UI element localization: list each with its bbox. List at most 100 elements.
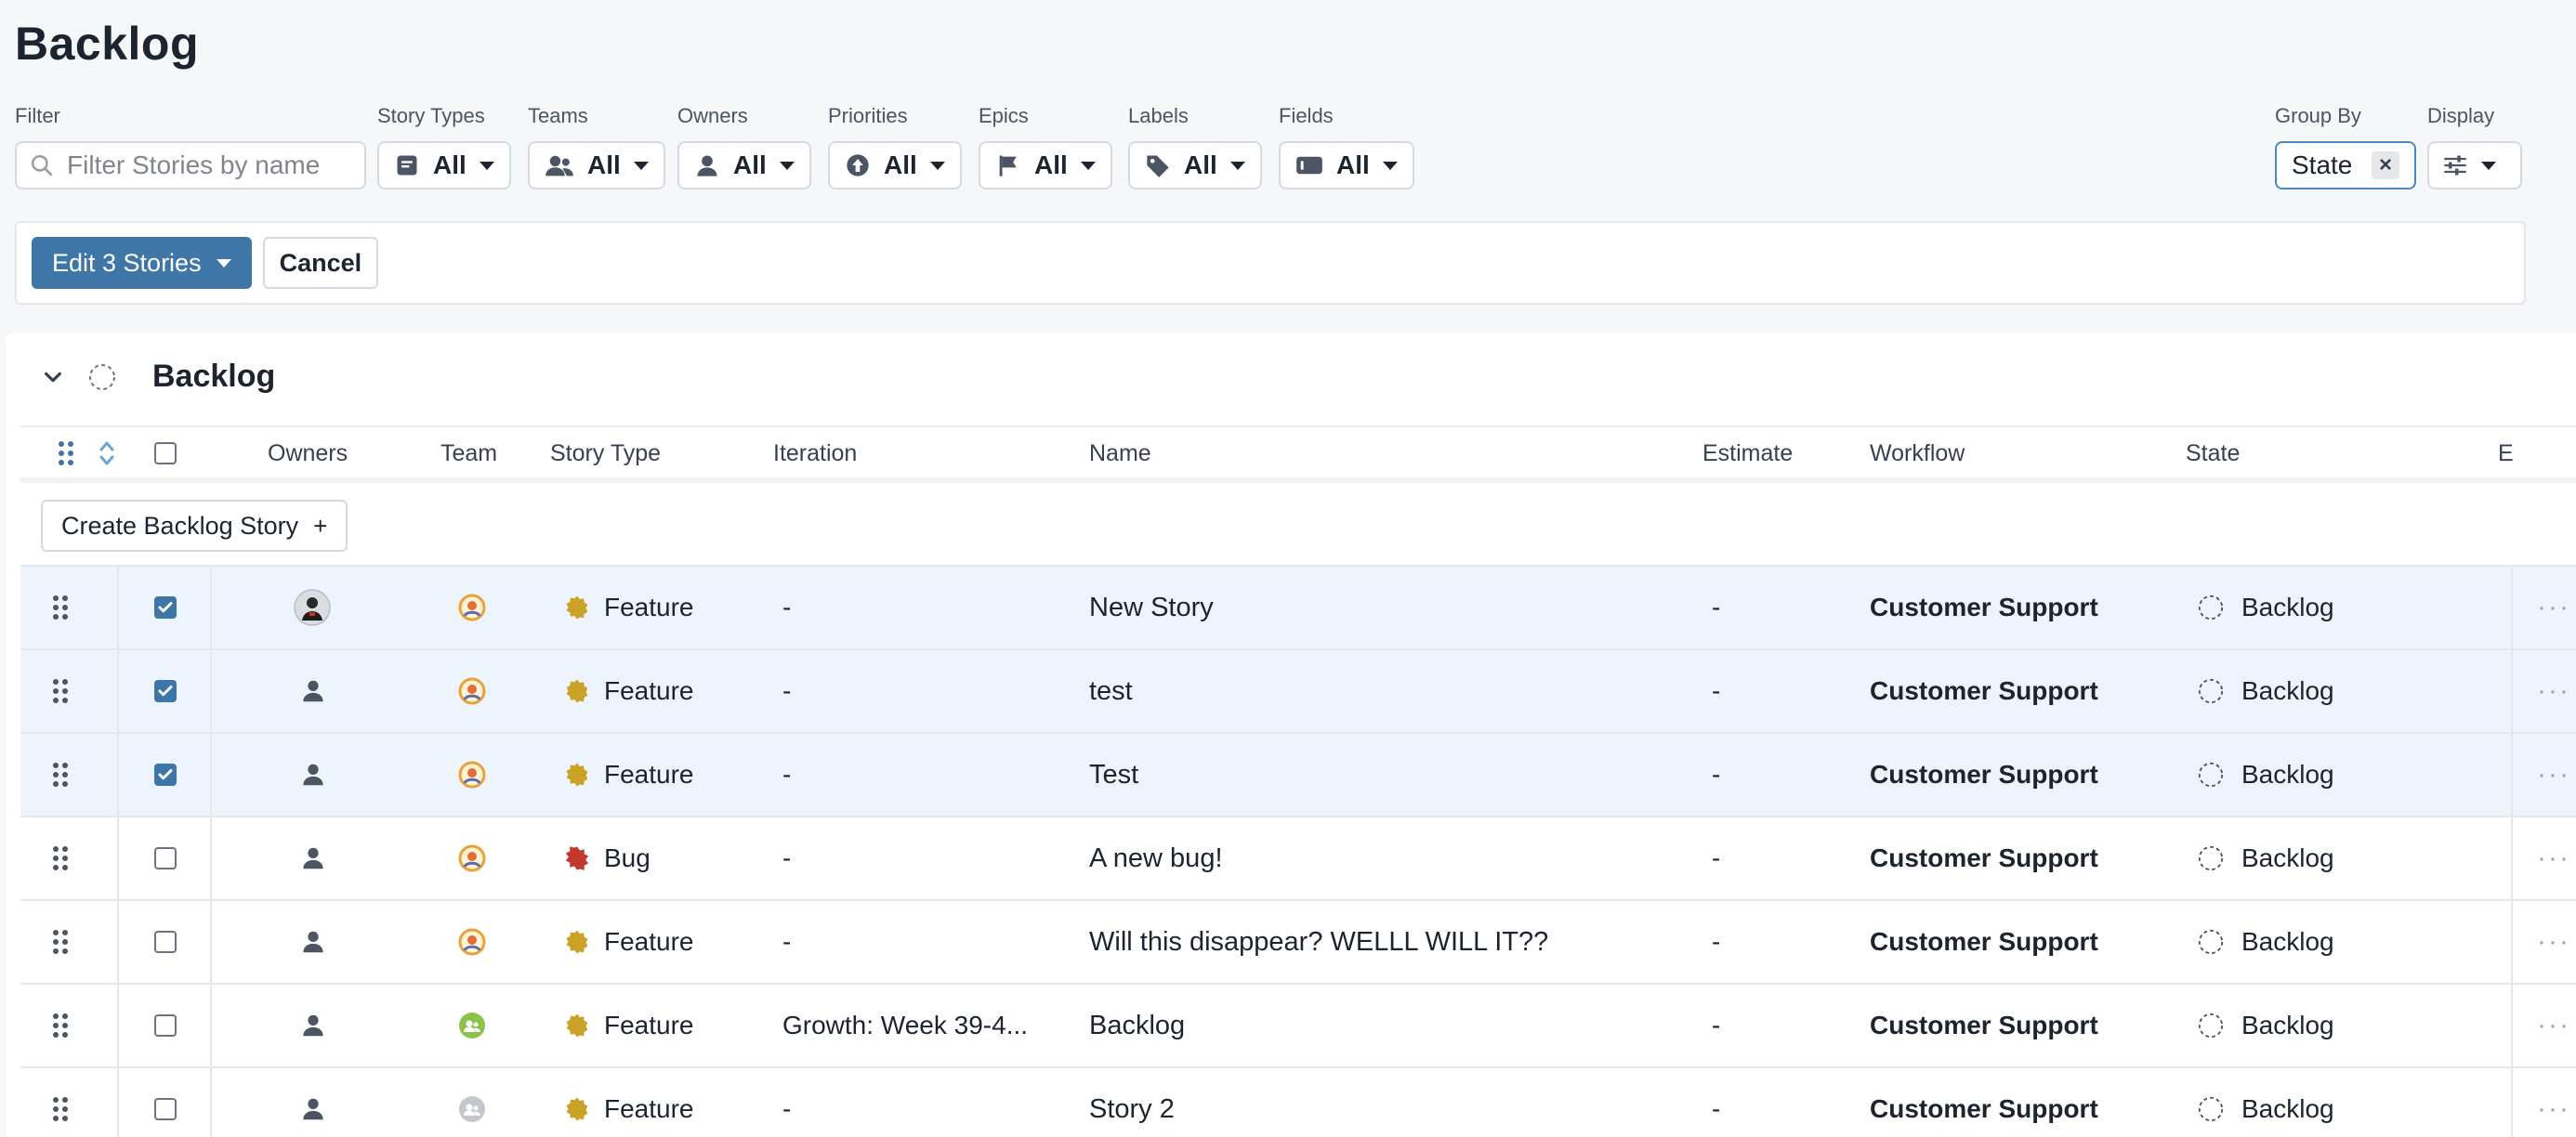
story-type-cell[interactable]: Feature (563, 985, 694, 1066)
owner-cell[interactable] (299, 817, 327, 899)
workflow-cell[interactable]: Customer Support (1870, 985, 2098, 1066)
drag-all-icon[interactable] (58, 427, 74, 479)
row-checkbox[interactable] (154, 596, 177, 619)
team-cell[interactable] (457, 901, 487, 983)
search-input[interactable] (67, 150, 346, 180)
story-name[interactable]: Test (1089, 734, 1138, 816)
drag-handle-icon[interactable] (52, 567, 69, 648)
owners-dropdown[interactable]: All (677, 141, 811, 190)
row-checkbox-cell[interactable] (154, 985, 177, 1066)
story-type-cell[interactable]: Feature (563, 901, 694, 983)
edit-stories-button[interactable]: Edit 3 Stories (32, 237, 252, 289)
story-name[interactable]: Will this disappear? WELLL WILL IT?? (1089, 901, 1548, 983)
story-name[interactable]: New Story (1089, 567, 1214, 648)
owner-cell[interactable] (299, 985, 327, 1066)
team-cell[interactable] (457, 734, 487, 816)
column-estimate[interactable]: Estimate (1702, 427, 1793, 479)
estimate-cell[interactable]: - (1712, 734, 1720, 816)
drag-handle-icon[interactable] (52, 817, 69, 899)
story-name[interactable]: test (1089, 650, 1133, 732)
chevron-down-icon[interactable] (43, 367, 63, 387)
more-actions-icon[interactable]: ··· (2537, 567, 2570, 648)
more-actions-icon[interactable]: ··· (2537, 817, 2570, 899)
story-name[interactable]: Backlog (1089, 985, 1185, 1066)
iteration-cell[interactable]: - (782, 567, 791, 648)
story-type-cell[interactable]: Bug (563, 817, 651, 899)
estimate-cell[interactable]: - (1712, 567, 1720, 648)
column-name[interactable]: Name (1089, 427, 1151, 479)
owner-cell[interactable] (299, 650, 327, 732)
clear-icon[interactable]: × (2372, 151, 2399, 179)
drag-handle-icon[interactable] (52, 1068, 69, 1137)
iteration-cell[interactable]: - (782, 901, 791, 983)
column-epic[interactable]: E (2498, 427, 2514, 479)
group-by-select[interactable]: State × (2275, 141, 2416, 190)
sort-icon[interactable] (99, 427, 115, 479)
row-checkbox-cell[interactable] (154, 567, 177, 648)
state-cell[interactable]: Backlog (2197, 734, 2334, 816)
column-story-type[interactable]: Story Type (550, 427, 661, 479)
story-name[interactable]: Story 2 (1089, 1068, 1175, 1137)
teams-dropdown[interactable]: All (528, 141, 665, 190)
team-cell[interactable] (457, 567, 487, 648)
drag-handle-icon[interactable] (52, 734, 69, 816)
table-row[interactable]: Feature - Will this disappear? WELLL WIL… (20, 901, 2576, 985)
create-backlog-story-button[interactable]: Create Backlog Story + (41, 500, 348, 552)
state-cell[interactable]: Backlog (2197, 817, 2334, 899)
story-type-cell[interactable]: Feature (563, 650, 694, 732)
workflow-cell[interactable]: Customer Support (1870, 567, 2098, 648)
select-all-checkbox[interactable] (154, 427, 177, 479)
row-checkbox[interactable] (154, 1098, 177, 1120)
state-cell[interactable]: Backlog (2197, 901, 2334, 983)
workflow-cell[interactable]: Customer Support (1870, 734, 2098, 816)
epics-dropdown[interactable]: All (979, 141, 1112, 190)
drag-handle-icon[interactable] (52, 901, 69, 983)
owner-cell[interactable] (299, 734, 327, 816)
checkbox[interactable] (154, 442, 177, 464)
story-types-dropdown[interactable]: All (377, 141, 511, 190)
iteration-cell[interactable]: - (782, 1068, 791, 1137)
state-cell[interactable]: Backlog (2197, 985, 2334, 1066)
estimate-cell[interactable]: - (1712, 901, 1720, 983)
workflow-cell[interactable]: Customer Support (1870, 901, 2098, 983)
story-type-cell[interactable]: Feature (563, 567, 694, 648)
column-state[interactable]: State (2186, 427, 2240, 479)
fields-dropdown[interactable]: All (1279, 141, 1414, 190)
workflow-cell[interactable]: Customer Support (1870, 817, 2098, 899)
owner-cell[interactable] (294, 567, 331, 648)
owner-cell[interactable] (299, 901, 327, 983)
estimate-cell[interactable]: - (1712, 650, 1720, 732)
drag-handle-icon[interactable] (52, 650, 69, 732)
owner-cell[interactable] (299, 1068, 327, 1137)
team-cell[interactable] (457, 1068, 487, 1137)
team-cell[interactable] (457, 650, 487, 732)
column-iteration[interactable]: Iteration (773, 427, 857, 479)
iteration-cell[interactable]: - (782, 734, 791, 816)
column-workflow[interactable]: Workflow (1870, 427, 1965, 479)
more-actions-icon[interactable]: ··· (2537, 1068, 2570, 1137)
more-actions-icon[interactable]: ··· (2537, 985, 2570, 1066)
row-checkbox[interactable] (154, 847, 177, 869)
table-row[interactable]: Feature - test - Customer Support Backlo… (20, 650, 2576, 734)
table-row[interactable]: Feature - New Story - Customer Support B… (20, 567, 2576, 650)
priorities-dropdown[interactable]: All (828, 141, 962, 190)
cancel-button[interactable]: Cancel (262, 237, 379, 289)
row-checkbox-cell[interactable] (154, 1068, 177, 1137)
workflow-cell[interactable]: Customer Support (1870, 650, 2098, 732)
more-actions-icon[interactable]: ··· (2537, 901, 2570, 983)
story-type-cell[interactable]: Feature (563, 1068, 694, 1137)
row-checkbox-cell[interactable] (154, 734, 177, 816)
state-cell[interactable]: Backlog (2197, 1068, 2334, 1137)
column-owners[interactable]: Owners (268, 427, 348, 479)
table-row[interactable]: Feature - Story 2 - Customer Support Bac… (20, 1068, 2576, 1137)
row-checkbox[interactable] (154, 680, 177, 702)
story-name[interactable]: A new bug! (1089, 817, 1223, 899)
row-checkbox[interactable] (154, 931, 177, 953)
row-checkbox[interactable] (154, 764, 177, 786)
table-row[interactable]: Feature - Test - Customer Support Backlo… (20, 734, 2576, 817)
team-cell[interactable] (457, 985, 487, 1066)
estimate-cell[interactable]: - (1712, 985, 1720, 1066)
drag-handle-icon[interactable] (52, 985, 69, 1066)
row-checkbox-cell[interactable] (154, 650, 177, 732)
row-checkbox-cell[interactable] (154, 901, 177, 983)
